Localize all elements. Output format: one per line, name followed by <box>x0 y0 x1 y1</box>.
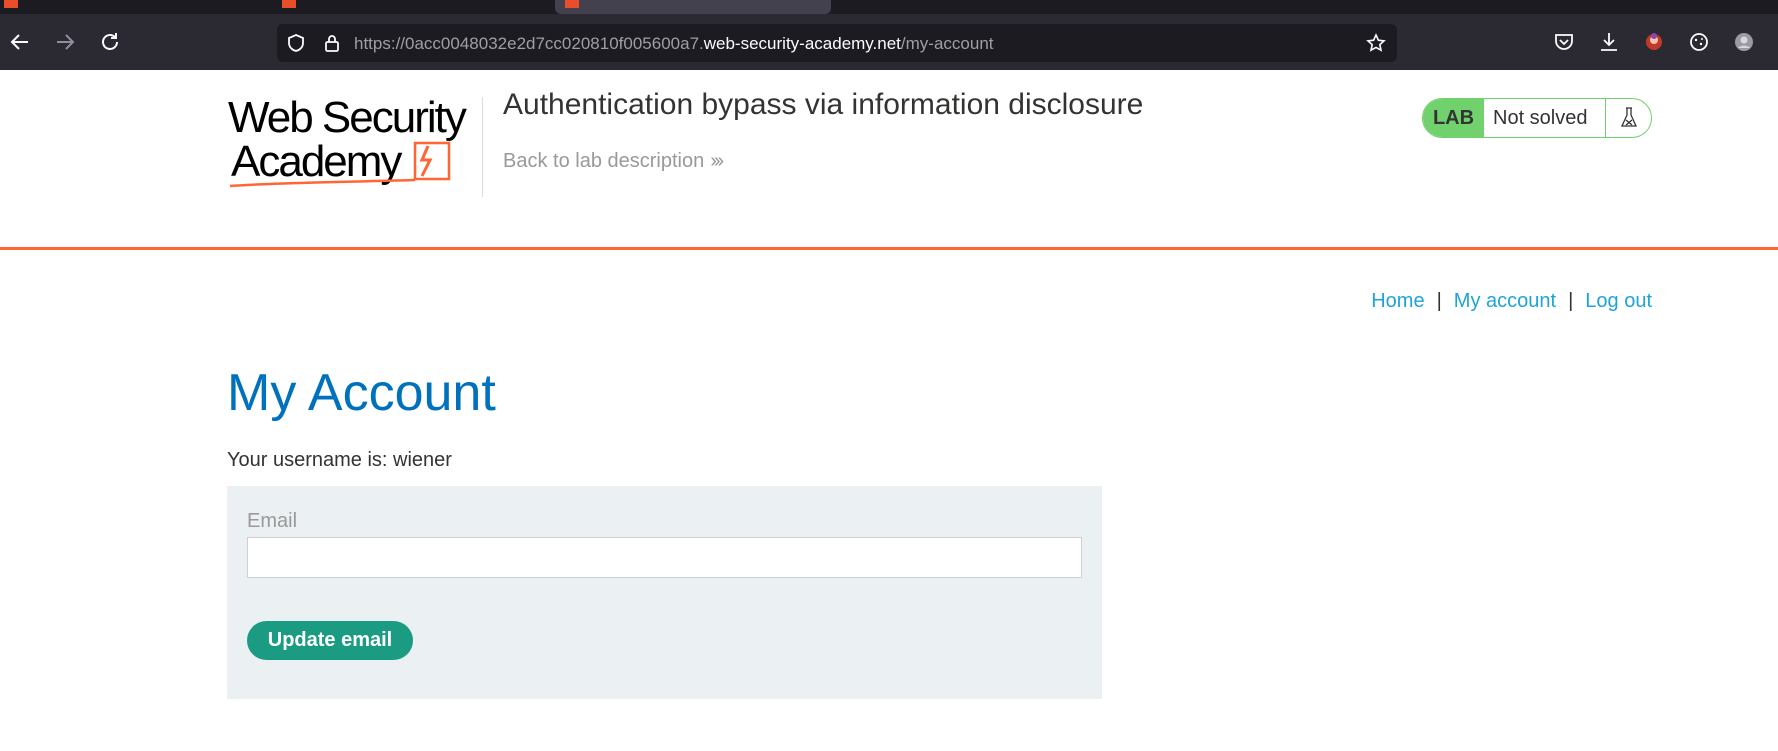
lock-icon[interactable] <box>322 33 342 53</box>
tab-favicon-icon <box>282 0 296 8</box>
browser-tab[interactable] <box>4 0 244 14</box>
update-email-button[interactable]: Update email <box>247 621 413 660</box>
url-host: web-security-academy.net <box>703 34 901 53</box>
nav-log-out-link[interactable]: Log out <box>1585 290 1652 312</box>
page-title: My Account <box>227 364 496 422</box>
reload-icon[interactable] <box>98 30 122 54</box>
browser-tab[interactable] <box>282 0 522 14</box>
lab-title: Authentication bypass via information di… <box>503 88 1144 121</box>
cookie-icon[interactable] <box>1687 30 1711 54</box>
email-label: Email <box>247 510 298 532</box>
logo-divider <box>482 97 483 197</box>
url-text: https://0acc0048032e2d7cc020810f005600a7… <box>354 34 994 54</box>
lab-state: Not solved <box>1493 106 1588 129</box>
back-to-lab-description-link[interactable]: Back to lab description ››› <box>503 150 724 173</box>
forward-icon[interactable] <box>53 30 77 54</box>
nav-home-link[interactable]: Home <box>1371 290 1424 312</box>
email-input[interactable] <box>247 537 1082 578</box>
nav-separator: | <box>1568 290 1574 312</box>
browser-tab-strip <box>0 0 1778 14</box>
back-link-label: Back to lab description <box>503 150 705 172</box>
nav-my-account-link[interactable]: My account <box>1454 290 1556 312</box>
browser-tab-active[interactable] <box>555 0 831 14</box>
svg-text:Academy: Academy <box>231 137 402 186</box>
back-icon[interactable] <box>8 30 32 54</box>
extension-avatar-icon[interactable] <box>1642 30 1666 54</box>
lab-status-widget: LAB Not solved <box>1422 98 1652 138</box>
header-divider <box>0 247 1778 250</box>
url-prefix: https://0acc0048032e2d7cc020810f005600a7… <box>354 34 704 53</box>
tab-favicon-icon <box>565 0 579 8</box>
address-bar[interactable]: https://0acc0048032e2d7cc020810f005600a7… <box>277 24 1397 62</box>
chevron-double-right-icon: ››› <box>710 150 724 172</box>
svg-text:Web Security: Web Security <box>228 94 467 142</box>
download-icon[interactable] <box>1597 30 1621 54</box>
username-text: Your username is: wiener <box>227 449 452 471</box>
flask-icon[interactable] <box>1605 99 1651 137</box>
pocket-icon[interactable] <box>1552 30 1576 54</box>
web-security-academy-logo[interactable]: Web Security Academy <box>228 93 478 190</box>
shield-icon[interactable] <box>286 33 306 53</box>
nav-separator: | <box>1436 290 1442 312</box>
change-email-form: Email Update email <box>227 486 1102 699</box>
account-icon[interactable] <box>1732 30 1756 54</box>
top-navigation: Home | My account | Log out <box>1371 290 1652 313</box>
lab-badge: LAB <box>1423 99 1484 137</box>
tab-favicon-icon <box>4 0 18 8</box>
url-path: /my-account <box>900 34 994 53</box>
browser-navbar: https://0acc0048032e2d7cc020810f005600a7… <box>0 14 1778 70</box>
page-content: Web Security Academy Authentication bypa… <box>0 70 1778 751</box>
star-icon[interactable] <box>1366 33 1386 53</box>
